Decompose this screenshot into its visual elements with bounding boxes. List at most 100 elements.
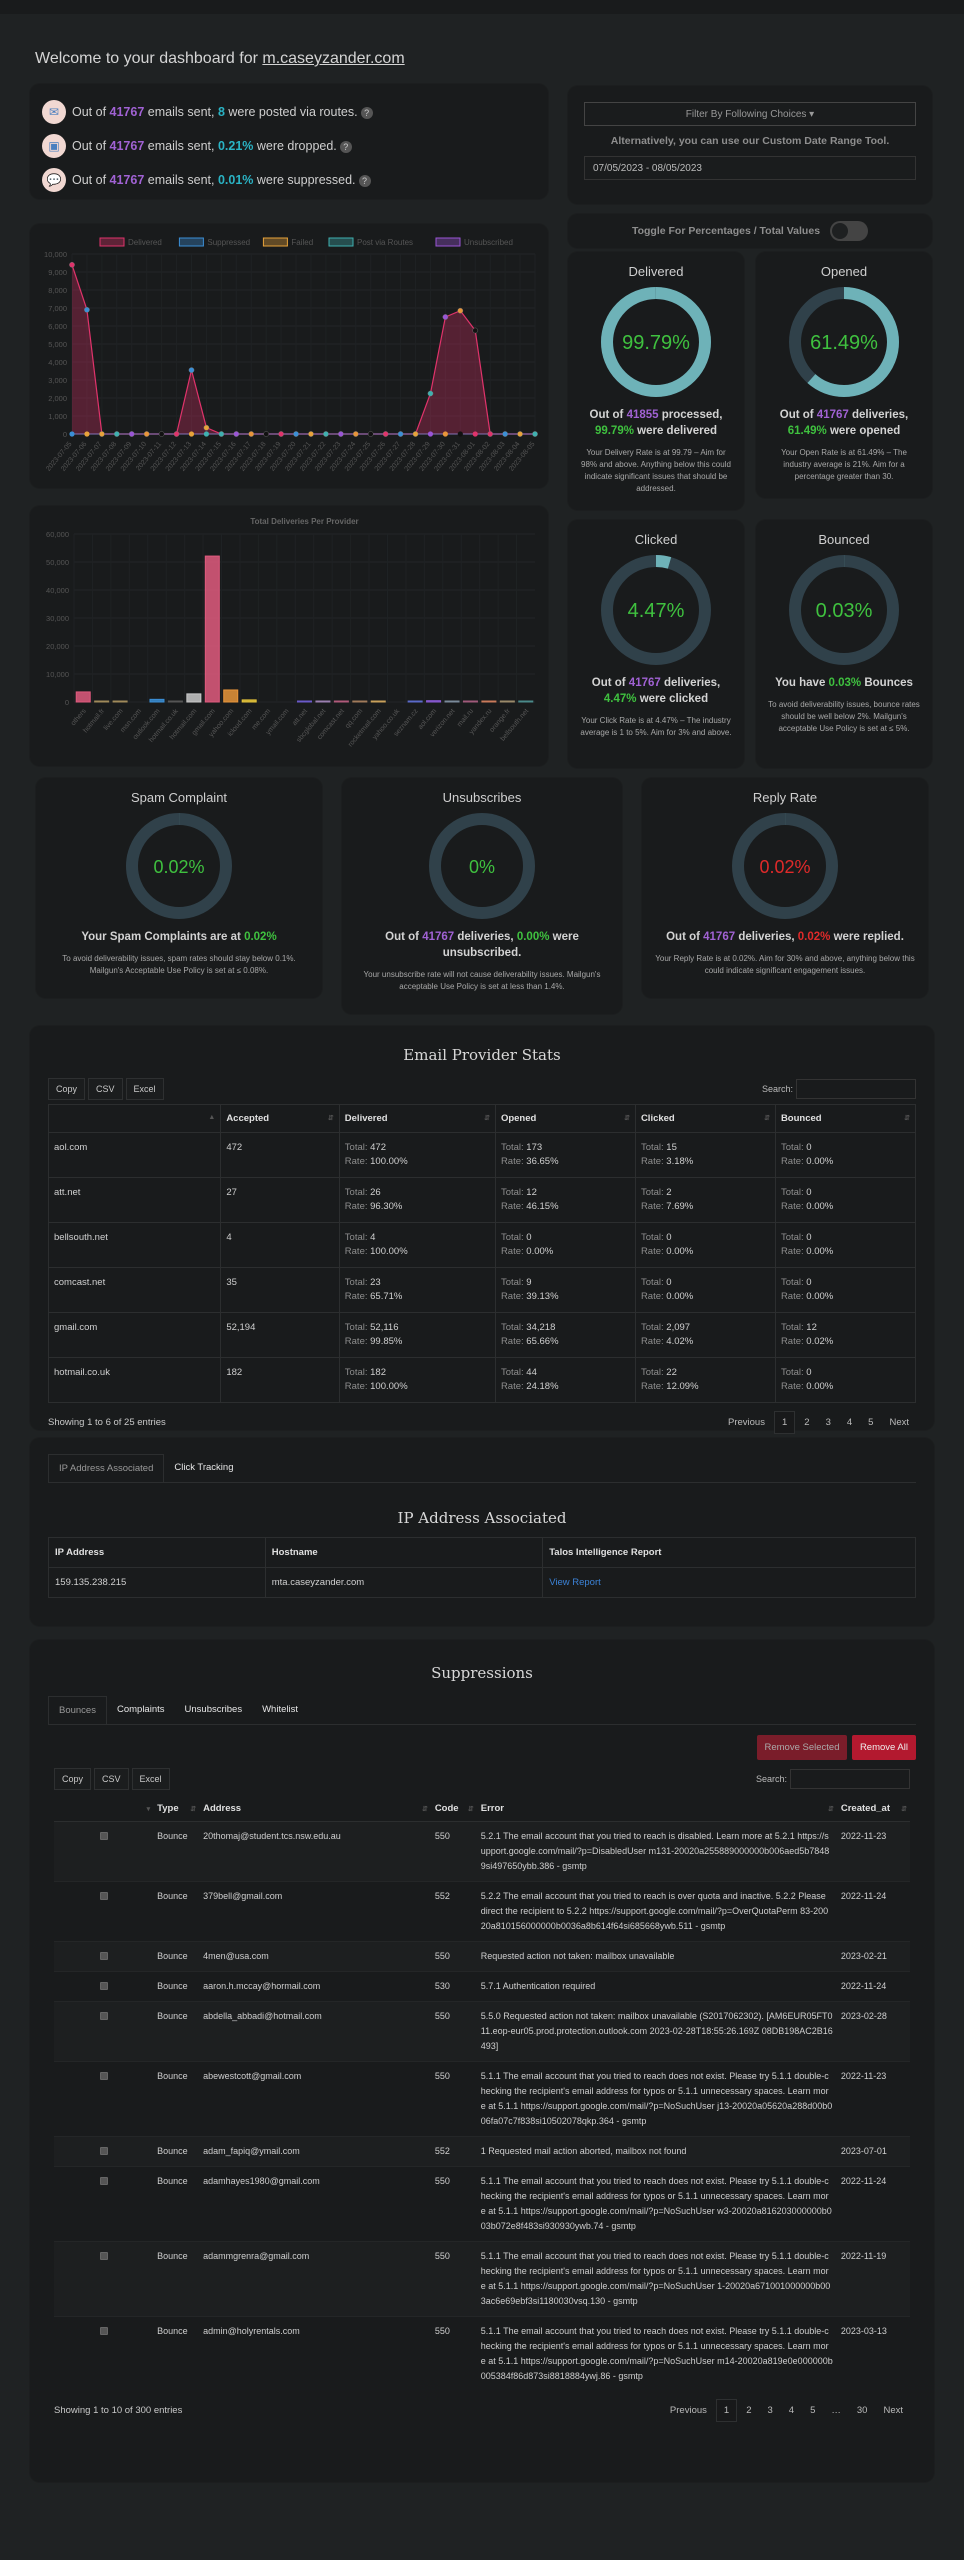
- sort-icon: ⇵: [484, 1115, 490, 1122]
- delivered-point: [427, 390, 434, 397]
- delivered-point: [517, 431, 523, 437]
- page-5[interactable]: 5: [803, 2400, 822, 2421]
- row-checkbox[interactable]: [99, 1982, 108, 1990]
- column-header[interactable]: Bounced ⇵: [774, 1104, 917, 1133]
- row-checkbox[interactable]: [99, 2147, 108, 2155]
- page-2[interactable]: 2: [739, 2400, 758, 2421]
- help-icon[interactable]: ?: [360, 107, 373, 119]
- address-cell: adam_fapiq@ymail.com: [199, 2136, 431, 2167]
- page-1[interactable]: 1: [773, 1411, 796, 1434]
- page-previous[interactable]: Previous: [721, 1412, 772, 1433]
- provider-cell: bellsouth.net: [47, 1222, 222, 1268]
- page-next[interactable]: Next: [882, 1412, 916, 1433]
- date-range-input[interactable]: 07/05/2023 - 08/05/2023: [584, 156, 916, 180]
- help-icon[interactable]: ?: [358, 175, 371, 187]
- column-header[interactable]: Clicked ⇵: [634, 1104, 776, 1133]
- page-30[interactable]: 30: [850, 2400, 875, 2421]
- percent-total-toggle[interactable]: [830, 221, 869, 241]
- gauge-summary-total: 41767: [816, 409, 849, 421]
- page-next[interactable]: Next: [876, 2400, 910, 2421]
- page-2[interactable]: 2: [797, 1412, 816, 1433]
- page-3[interactable]: 3: [819, 1412, 838, 1433]
- rate-label: Rate:: [344, 1156, 368, 1167]
- page-5[interactable]: 5: [861, 1412, 880, 1433]
- provider-cell: att.net: [47, 1177, 222, 1223]
- tab-click-tracking[interactable]: Click Tracking: [164, 1454, 243, 1482]
- column-header[interactable]: Code ⇵: [430, 1796, 477, 1822]
- rate-label: Rate:: [344, 1336, 368, 1347]
- row-checkbox[interactable]: [99, 1952, 108, 1960]
- filter-dropdown[interactable]: Filter By Following Choices ▾: [584, 102, 916, 126]
- y-tick-label: 40,000: [46, 586, 69, 595]
- page-3[interactable]: 3: [760, 2400, 779, 2421]
- row-checkbox[interactable]: [99, 1892, 108, 1900]
- tab-unsubscribes[interactable]: Unsubscribes: [175, 1696, 253, 1724]
- page-previous[interactable]: Previous: [663, 2400, 714, 2421]
- delivered-point: [278, 431, 284, 437]
- export-copy-button[interactable]: Copy: [54, 1768, 92, 1790]
- suppression-search-input[interactable]: [790, 1769, 910, 1789]
- sort-icon: ⇵: [467, 1806, 474, 1813]
- gauge-summary-prefix: Out of: [591, 677, 629, 689]
- gauge-summary-percent: 0.02%: [797, 931, 831, 943]
- column-header[interactable]: Type ⇵: [153, 1796, 200, 1822]
- bar-comcast-net: [333, 700, 349, 703]
- column-header[interactable]: Delivered ⇵: [338, 1104, 496, 1133]
- gauge-summary-percent: 4.47%: [603, 693, 637, 705]
- column-header[interactable]: Address ⇵: [199, 1796, 431, 1822]
- provider-pagination: Previous 1 2 3 4 5 Next: [721, 1411, 916, 1434]
- provider-search-input[interactable]: [796, 1079, 916, 1099]
- table-row: Bounce adamhayes1980@gmail.com 550 5.1.1 Th…: [54, 2166, 910, 2242]
- total-label: Total:: [780, 1232, 804, 1243]
- row-checkbox[interactable]: [99, 2252, 108, 2260]
- gauge-value: 0%: [469, 857, 495, 877]
- export-csv-button[interactable]: CSV: [94, 1768, 129, 1790]
- daily-events-chart: Delivered Suppressed Failed Post via Routes…: [44, 237, 538, 473]
- total-value: 0: [806, 1187, 812, 1198]
- page-4[interactable]: 4: [782, 2400, 801, 2421]
- row-checkbox[interactable]: [99, 2072, 108, 2080]
- export-copy-button[interactable]: Copy: [48, 1078, 86, 1100]
- address-cell: 4men@usa.com: [199, 1941, 431, 1972]
- gauge-summary-percent: 0.00%: [516, 931, 550, 943]
- row-checkbox[interactable]: [99, 2177, 108, 2185]
- total-value: 173: [526, 1142, 543, 1153]
- gauge-note: To avoid deliverability issues, spam rat…: [62, 954, 296, 975]
- address-cell: adammgrenra@gmail.com: [199, 2241, 431, 2317]
- clicked-cell: Total: 2,097 Rate: 4.02%: [634, 1312, 776, 1358]
- domain-link[interactable]: m.caseyzander.com: [262, 50, 404, 67]
- provider-deliveries-chart: Total Deliveries Per Provider 0 10,000 20,0…: [46, 517, 535, 748]
- view-report-link[interactable]: View Report: [549, 1577, 601, 1588]
- column-header[interactable]: ▾: [54, 1796, 154, 1822]
- column-header: Hostname: [264, 1537, 544, 1568]
- row-checkbox[interactable]: [99, 2012, 108, 2020]
- tab-ip-address-associated[interactable]: IP Address Associated: [48, 1454, 165, 1482]
- created-at-cell: 2023-07-01: [836, 2136, 910, 2167]
- remove-selected-button[interactable]: Remove Selected: [756, 1735, 848, 1760]
- total-label: Total:: [780, 1322, 804, 1333]
- column-header[interactable]: Accepted ⇵: [220, 1104, 340, 1133]
- tab-complaints[interactable]: Complaints: [107, 1696, 175, 1724]
- column-header[interactable]: Opened ⇵: [494, 1104, 636, 1133]
- bar-orange-fr: [499, 700, 515, 703]
- export-excel-button[interactable]: Excel: [131, 1768, 170, 1790]
- export-csv-button[interactable]: CSV: [88, 1078, 123, 1100]
- page-4[interactable]: 4: [840, 1412, 859, 1433]
- column-header[interactable]: Created_at ⇵: [836, 1796, 910, 1822]
- remove-all-button[interactable]: Remove All: [851, 1735, 916, 1760]
- column-header-label: Code: [434, 1803, 459, 1814]
- gauge-title: Reply Rate: [752, 790, 818, 805]
- help-icon[interactable]: ?: [339, 141, 352, 153]
- column-header[interactable]: ▲: [47, 1104, 222, 1133]
- page-1[interactable]: 1: [715, 2399, 738, 2422]
- tab-whitelist[interactable]: Whitelist: [252, 1696, 308, 1724]
- row-checkbox[interactable]: [99, 2327, 108, 2335]
- gauge-title: Clicked: [634, 532, 678, 547]
- provider-stats-table: ▲ Accepted ⇵ Delivered ⇵ Opened ⇵ Clicked ⇵ Bounc…: [47, 1104, 917, 1403]
- tab-bounces[interactable]: Bounces: [48, 1696, 107, 1724]
- export-excel-button[interactable]: Excel: [125, 1078, 164, 1100]
- donut-gauge: 99.79%: [601, 287, 711, 397]
- row-checkbox[interactable]: [99, 1832, 108, 1840]
- column-header-label: Address: [203, 1803, 242, 1814]
- column-header[interactable]: Error ⇵: [476, 1796, 837, 1822]
